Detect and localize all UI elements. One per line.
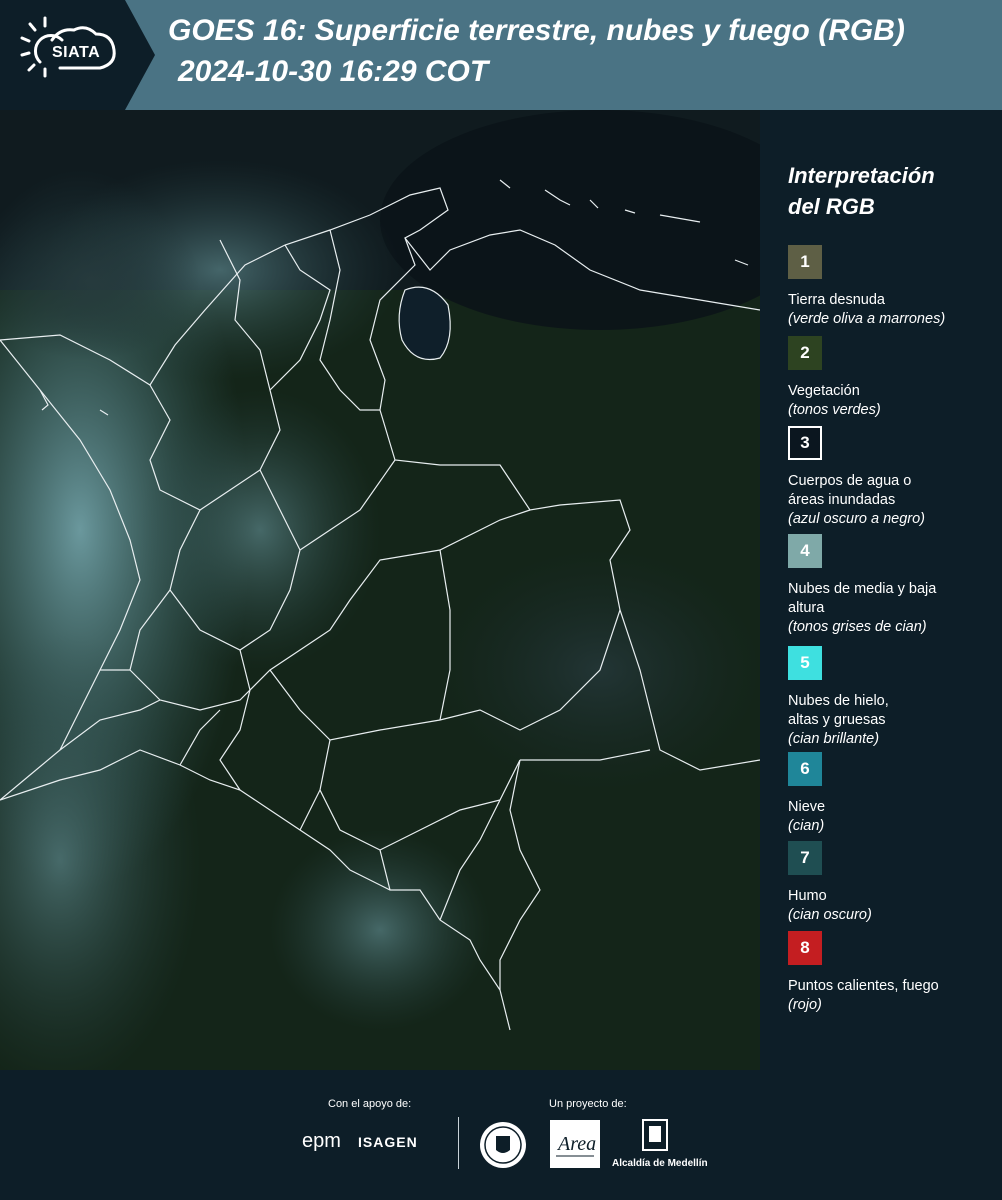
legend-title-line2: del RGB xyxy=(788,194,875,219)
area-metropolitana-logo: Area xyxy=(550,1120,600,1168)
legend-swatch-6: 6 xyxy=(788,752,822,786)
legend-swatch-7: 7 xyxy=(788,841,822,875)
support-caption: Con el apoyo de: xyxy=(328,1098,412,1110)
legend-label-3: Cuerpos de agua o áreas inundadas xyxy=(788,473,912,508)
siata-logo[interactable]: SIATA xyxy=(0,0,155,110)
legend-item-5: 5 Nubes de hielo, altas y gruesas (cian br… xyxy=(788,646,918,749)
legend-sub-3: (azul oscuro a negro) xyxy=(788,511,926,527)
legend-item-2: 2 Vegetación (tonos verdes) xyxy=(788,336,988,420)
header-bar: SIATA GOES 16: Superficie terrestre, nub… xyxy=(0,0,1002,110)
legend-label-4: Nubes de media y baja altura xyxy=(788,581,937,616)
satellite-map[interactable] xyxy=(0,110,760,1070)
legend-label-8: Puntos calientes, fuego xyxy=(788,978,939,994)
legend-item-6: 6 Nieve (cian) xyxy=(788,752,988,836)
timestamp: 2024-10-30 16:29 COT xyxy=(178,55,489,88)
legend-label-2: Vegetación xyxy=(788,383,860,399)
legend-swatch-1: 1 xyxy=(788,245,822,279)
project-caption: Un proyecto de: xyxy=(549,1098,627,1110)
medellin-seal-icon xyxy=(480,1122,526,1168)
siata-logo-text: SIATA xyxy=(52,44,101,61)
epm-logo: epm xyxy=(302,1130,341,1152)
legend-swatch-5: 5 xyxy=(788,646,822,680)
isagen-logo: ISAGEN xyxy=(358,1134,418,1150)
footer-divider xyxy=(458,1117,459,1169)
page-title: GOES 16: Superficie terrestre, nubes y f… xyxy=(168,14,905,47)
legend-label-7: Humo xyxy=(788,888,827,904)
legend-panel: Interpretación del RGB 1 Tierra desnuda (v… xyxy=(788,160,998,1013)
legend-item-7: 7 Humo (cian oscuro) xyxy=(788,841,988,925)
legend-sub-8: (rojo) xyxy=(788,997,822,1013)
legend-label-5: Nubes de hielo, altas y gruesas xyxy=(788,693,889,728)
legend-sub-7: (cian oscuro) xyxy=(788,907,872,923)
legend-title: Interpretación del RGB xyxy=(788,160,998,222)
alcaldia-shield-icon xyxy=(642,1119,668,1151)
legend-swatch-3: 3 xyxy=(788,426,822,460)
legend-sub-4: (tonos grises de cian) xyxy=(788,619,927,635)
legend-item-4: 4 Nubes de media y baja altura (tonos gris… xyxy=(788,534,938,637)
legend-sub-6: (cian) xyxy=(788,818,825,834)
legend-swatch-4: 4 xyxy=(788,534,822,568)
svg-text:Area: Area xyxy=(556,1133,596,1155)
alcaldia-logo-text: Alcaldía de Medellín xyxy=(612,1158,708,1169)
legend-item-3: 3 Cuerpos de agua o áreas inundadas (azul … xyxy=(788,426,938,529)
legend-item-8: 8 Puntos calientes, fuego (rojo) xyxy=(788,931,988,1015)
legend-label-6: Nieve xyxy=(788,799,826,815)
legend-sub-2: (tonos verdes) xyxy=(788,402,881,418)
legend-sub-1: (verde oliva a marrones) xyxy=(788,311,946,327)
legend-swatch-8: 8 xyxy=(788,931,822,965)
legend-swatch-2: 2 xyxy=(788,336,822,370)
legend-item-1: 1 Tierra desnuda (verde oliva a marrones) xyxy=(788,245,988,329)
footer: Con el apoyo de: Un proyecto de: epm ISA… xyxy=(0,1070,1002,1200)
legend-sub-5: (cian brillante) xyxy=(788,731,880,747)
legend-title-line1: Interpretación xyxy=(788,163,935,188)
legend-label-1: Tierra desnuda xyxy=(788,292,885,308)
